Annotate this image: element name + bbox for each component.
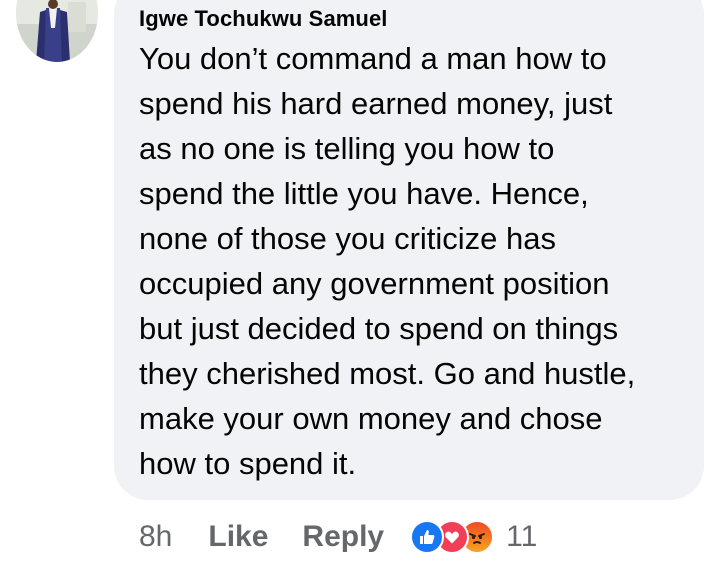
- comment-actions: 8h Like Reply 11: [139, 515, 537, 559]
- comment-view: Igwe Tochukwu Samuel You don’t command a…: [0, 0, 720, 577]
- avatar-photo: [16, 0, 98, 62]
- comment-text: You don’t command a man how to spend his…: [139, 36, 699, 486]
- comment-line: as no one is telling you how to: [139, 131, 555, 166]
- comment-author[interactable]: Igwe Tochukwu Samuel: [139, 6, 388, 32]
- comment-line: none of those you criticize has: [139, 221, 557, 256]
- like-button[interactable]: Like: [208, 520, 268, 554]
- comment-line: occupied any government position: [139, 266, 610, 301]
- comment-line: spend the little you have. Hence,: [139, 176, 589, 211]
- comment-line: but just decided to spend on things: [139, 311, 619, 346]
- like-icon: [410, 520, 445, 554]
- comment-line: how to spend it.: [139, 446, 357, 481]
- reactions-summary[interactable]: 11: [410, 520, 537, 554]
- comment-timestamp[interactable]: 8h: [139, 520, 172, 554]
- comment-line: spend his hard earned money, just: [139, 86, 613, 121]
- reaction-count: 11: [506, 520, 538, 553]
- comment-line: You don’t command a man how to: [139, 41, 607, 76]
- avatar[interactable]: [16, 0, 98, 62]
- comment-line: they cherished most. Go and hustle,: [139, 356, 636, 391]
- comment-line: make your own money and chose: [139, 401, 603, 436]
- reply-button[interactable]: Reply: [302, 520, 384, 554]
